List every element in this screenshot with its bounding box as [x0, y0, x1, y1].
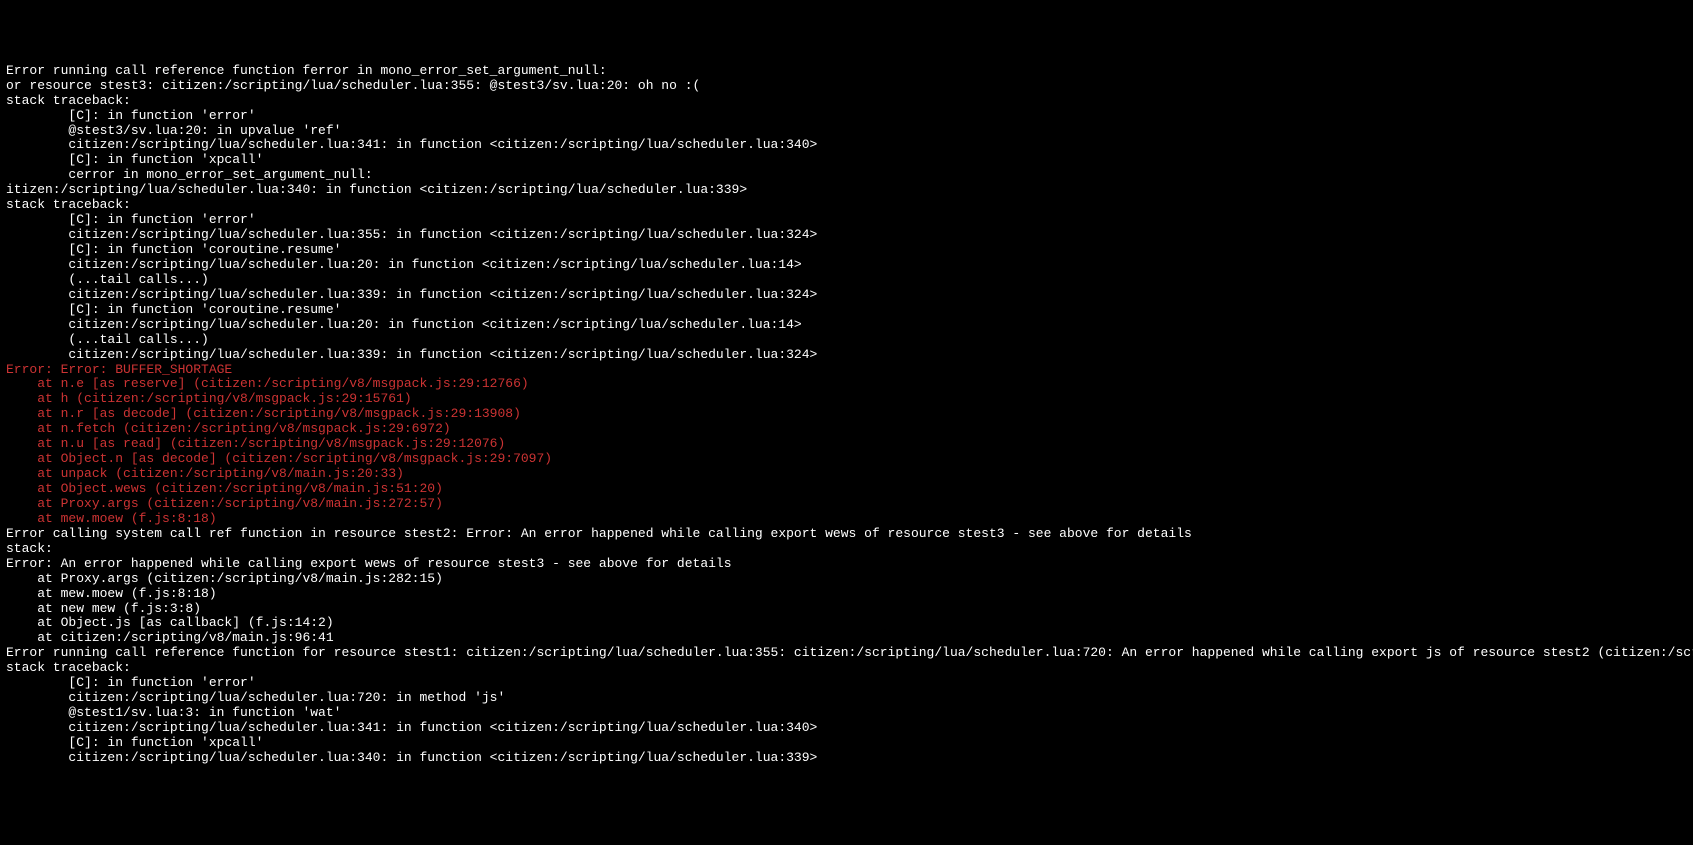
console-line: [C]: in function 'coroutine.resume' [6, 243, 1687, 258]
console-line: Error running call reference function fe… [6, 64, 1687, 79]
console-line: cerror in mono_error_set_argument_null: [6, 168, 1687, 183]
console-line: citizen:/scripting/lua/scheduler.lua:20:… [6, 318, 1687, 333]
console-line: citizen:/scripting/lua/scheduler.lua:340… [6, 751, 1687, 766]
console-line: at unpack (citizen:/scripting/v8/main.js… [6, 467, 1687, 482]
console-line: at Object.js [as callback] (f.js:14:2) [6, 616, 1687, 631]
console-line: at n.u [as read] (citizen:/scripting/v8/… [6, 437, 1687, 452]
console-line: stack: [6, 542, 1687, 557]
console-line: at Object.wews (citizen:/scripting/v8/ma… [6, 482, 1687, 497]
console-line: (...tail calls...) [6, 273, 1687, 288]
console-line: at h (citizen:/scripting/v8/msgpack.js:2… [6, 392, 1687, 407]
console-line: citizen:/scripting/lua/scheduler.lua:20:… [6, 258, 1687, 273]
console-line: at mew.moew (f.js:8:18) [6, 587, 1687, 602]
console-line: at Object.n [as decode] (citizen:/script… [6, 452, 1687, 467]
console-line: @stest1/sv.lua:3: in function 'wat' [6, 706, 1687, 721]
console-line: (...tail calls...) [6, 333, 1687, 348]
console-line: at citizen:/scripting/v8/main.js:96:41 [6, 631, 1687, 646]
console-line: citizen:/scripting/lua/scheduler.lua:341… [6, 721, 1687, 736]
console-line: citizen:/scripting/lua/scheduler.lua:341… [6, 138, 1687, 153]
console-line: stack traceback: [6, 198, 1687, 213]
console-line: citizen:/scripting/lua/scheduler.lua:355… [6, 228, 1687, 243]
console-line: [C]: in function 'error' [6, 109, 1687, 124]
console-output: Error running call reference function fe… [6, 64, 1687, 766]
console-line: [C]: in function 'xpcall' [6, 736, 1687, 751]
console-line: @stest3/sv.lua:20: in upvalue 'ref' [6, 124, 1687, 139]
console-line: at mew.moew (f.js:8:18) [6, 512, 1687, 527]
console-line: at Proxy.args (citizen:/scripting/v8/mai… [6, 572, 1687, 587]
console-line: stack traceback: [6, 94, 1687, 109]
console-line: itizen:/scripting/lua/scheduler.lua:340:… [6, 183, 1687, 198]
console-line: at n.r [as decode] (citizen:/scripting/v… [6, 407, 1687, 422]
console-line: citizen:/scripting/lua/scheduler.lua:720… [6, 691, 1687, 706]
console-line: [C]: in function 'error' [6, 676, 1687, 691]
console-line: [C]: in function 'xpcall' [6, 153, 1687, 168]
console-line: at Proxy.args (citizen:/scripting/v8/mai… [6, 497, 1687, 512]
console-line: Error: Error: BUFFER_SHORTAGE [6, 363, 1687, 378]
console-line: at n.fetch (citizen:/scripting/v8/msgpac… [6, 422, 1687, 437]
console-line: Error running call reference function fo… [6, 646, 1687, 661]
console-line: at n.e [as reserve] (citizen:/scripting/… [6, 377, 1687, 392]
console-line: [C]: in function 'error' [6, 213, 1687, 228]
console-line: citizen:/scripting/lua/scheduler.lua:339… [6, 348, 1687, 363]
console-line: at new mew (f.js:3:8) [6, 602, 1687, 617]
console-line: or resource stest3: citizen:/scripting/l… [6, 79, 1687, 94]
console-line: [C]: in function 'coroutine.resume' [6, 303, 1687, 318]
console-line: Error: An error happened while calling e… [6, 557, 1687, 572]
console-line: citizen:/scripting/lua/scheduler.lua:339… [6, 288, 1687, 303]
console-line: stack traceback: [6, 661, 1687, 676]
console-line: Error calling system call ref function i… [6, 527, 1687, 542]
